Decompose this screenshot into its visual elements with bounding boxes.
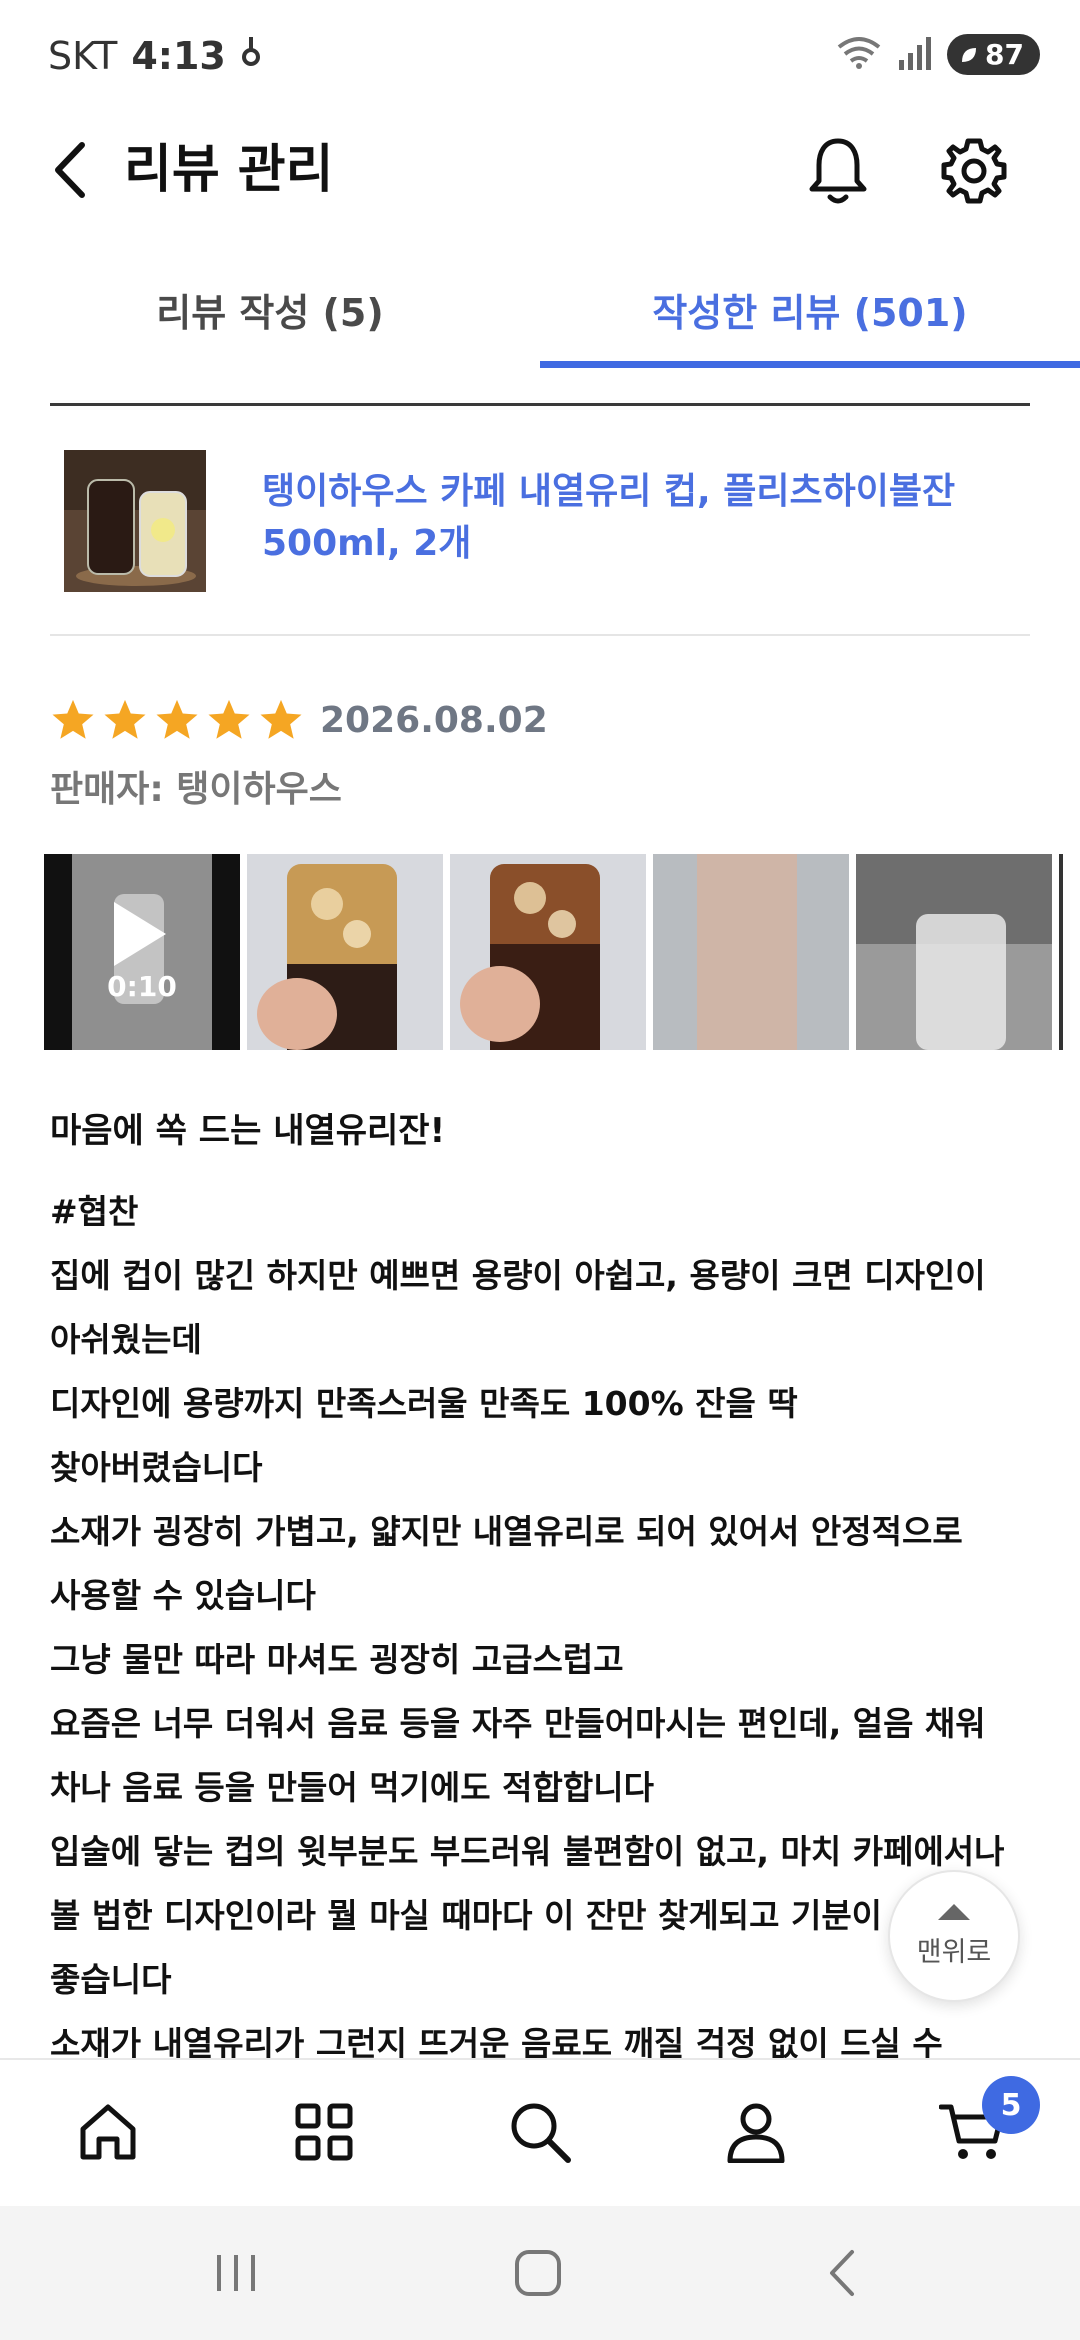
product-name-line: 탱이하우스 카페 내열유리 컵, 플리츠하이볼잔 xyxy=(262,471,956,512)
battery-indicator: 87 xyxy=(947,34,1040,75)
star-rating xyxy=(50,697,304,743)
product-divider xyxy=(50,634,1030,636)
scroll-to-top-button[interactable]: 맨위로 xyxy=(888,1870,1020,2002)
review-line: 입술에 닿는 컵의 윗부분도 부드러워 불편함이 없고, 마치 카페에서나 xyxy=(50,1832,1005,1871)
play-icon xyxy=(114,902,166,966)
bottom-nav xyxy=(0,2058,1080,2206)
clock: 4:13 xyxy=(131,34,226,78)
seller-label: 판매자: 탱이하우스 xyxy=(50,769,342,810)
review-line: #협찬 xyxy=(50,1192,139,1231)
review-photo[interactable] xyxy=(856,854,1052,1050)
review-line: 찾아버렸습니다 xyxy=(50,1448,263,1487)
review-line: 디자인에 용량까지 만족스러울 만족도 100% 잔을 딱 xyxy=(50,1384,798,1423)
back-button[interactable] xyxy=(40,135,100,205)
battery-level: 87 xyxy=(985,38,1024,71)
arrow-up-icon xyxy=(938,1903,970,1920)
home-icon xyxy=(80,2104,136,2160)
back-system-button[interactable] xyxy=(792,2232,892,2314)
active-tab-indicator xyxy=(540,361,1080,368)
rating-row: 2026.08.02 xyxy=(50,690,548,750)
home-system-button[interactable] xyxy=(488,2232,588,2314)
notification-icon xyxy=(240,34,262,78)
gear-icon xyxy=(941,138,1007,204)
wifi-icon xyxy=(835,35,883,75)
category-icon xyxy=(295,2103,353,2161)
signal-icon xyxy=(897,36,933,74)
review-photo[interactable] xyxy=(450,854,646,1050)
page-title: 리뷰 관리 xyxy=(124,140,334,200)
home-square-icon xyxy=(515,2250,561,2296)
cart-count-badge: 5 xyxy=(982,2076,1040,2134)
tabs-divider xyxy=(50,403,1030,406)
settings-button[interactable] xyxy=(934,131,1014,211)
review-photo[interactable] xyxy=(653,854,849,1050)
nav-my-page[interactable] xyxy=(706,2082,806,2182)
notifications-button[interactable] xyxy=(800,131,876,211)
star-icon xyxy=(104,699,146,739)
tab-write-review[interactable]: 리뷰 작성 (5) xyxy=(0,250,540,368)
app-header: 리뷰 관리 xyxy=(0,115,1080,225)
review-date: 2026.08.02 xyxy=(320,699,548,741)
nav-search[interactable] xyxy=(490,2082,590,2182)
recent-apps-button[interactable] xyxy=(186,2232,286,2314)
bell-icon xyxy=(809,138,867,204)
review-tabs: 리뷰 작성 (5) 작성한 리뷰 (501) xyxy=(0,250,1080,368)
video-duration: 0:10 xyxy=(107,970,177,1003)
review-line: 사용할 수 있습니다 xyxy=(50,1576,316,1615)
back-chevron-icon xyxy=(830,2250,854,2296)
review-photo[interactable] xyxy=(1059,854,1080,1050)
review-line: 집에 컵이 많긴 하지만 예쁘면 용량이 아쉽고, 용량이 크면 디자인이 xyxy=(50,1256,986,1295)
search-icon xyxy=(511,2103,571,2163)
nav-home[interactable] xyxy=(58,2082,158,2182)
product-name-line: 500ml, 2개 xyxy=(262,523,472,564)
review-photo[interactable] xyxy=(247,854,443,1050)
review-line: 요즘은 너무 더워서 음료 등을 자주 만들어마시는 편인데, 얼음 채워 xyxy=(50,1704,986,1743)
product-thumbnail[interactable] xyxy=(64,450,206,592)
review-title: 마음에 쏙 드는 내열유리잔! xyxy=(50,1111,446,1151)
product-row[interactable]: 탱이하우스 카페 내열유리 컵, 플리츠하이볼잔 500ml, 2개 xyxy=(50,440,1030,634)
review-line: 아쉬웠는데 xyxy=(50,1320,202,1359)
review-line: 그냥 물만 따라 마셔도 굉장히 고급스럽고 xyxy=(50,1640,624,1679)
video-thumbnail[interactable]: 0:10 xyxy=(44,854,240,1050)
profile-icon xyxy=(727,2103,785,2163)
star-icon xyxy=(208,699,250,739)
status-bar: SKT 4:13 87 xyxy=(0,0,1080,115)
scroll-to-top-label: 맨위로 xyxy=(916,1936,992,1968)
review-line: 소재가 굉장히 가볍고, 얇지만 내열유리로 되어 있어서 안정적으로 xyxy=(50,1512,963,1551)
star-icon xyxy=(260,699,302,739)
product-name[interactable]: 탱이하우스 카페 내열유리 컵, 플리츠하이볼잔 500ml, 2개 xyxy=(262,466,1002,570)
carrier-label: SKT xyxy=(48,34,118,78)
recent-apps-icon xyxy=(217,2255,255,2291)
star-icon xyxy=(52,699,94,739)
system-nav-bar xyxy=(0,2206,1080,2340)
status-left: SKT 4:13 xyxy=(48,34,262,78)
back-arrow-icon xyxy=(55,142,85,198)
star-icon xyxy=(156,699,198,739)
review-line: 차나 음료 등을 만들어 먹기에도 적합합니다 xyxy=(50,1768,654,1807)
battery-leaf-icon xyxy=(962,47,977,62)
nav-category[interactable] xyxy=(274,2082,374,2182)
tab-written-reviews[interactable]: 작성한 리뷰 (501) xyxy=(540,250,1080,368)
status-right: 87 xyxy=(835,34,1040,75)
media-strip[interactable]: 0:10 xyxy=(44,854,1080,1050)
